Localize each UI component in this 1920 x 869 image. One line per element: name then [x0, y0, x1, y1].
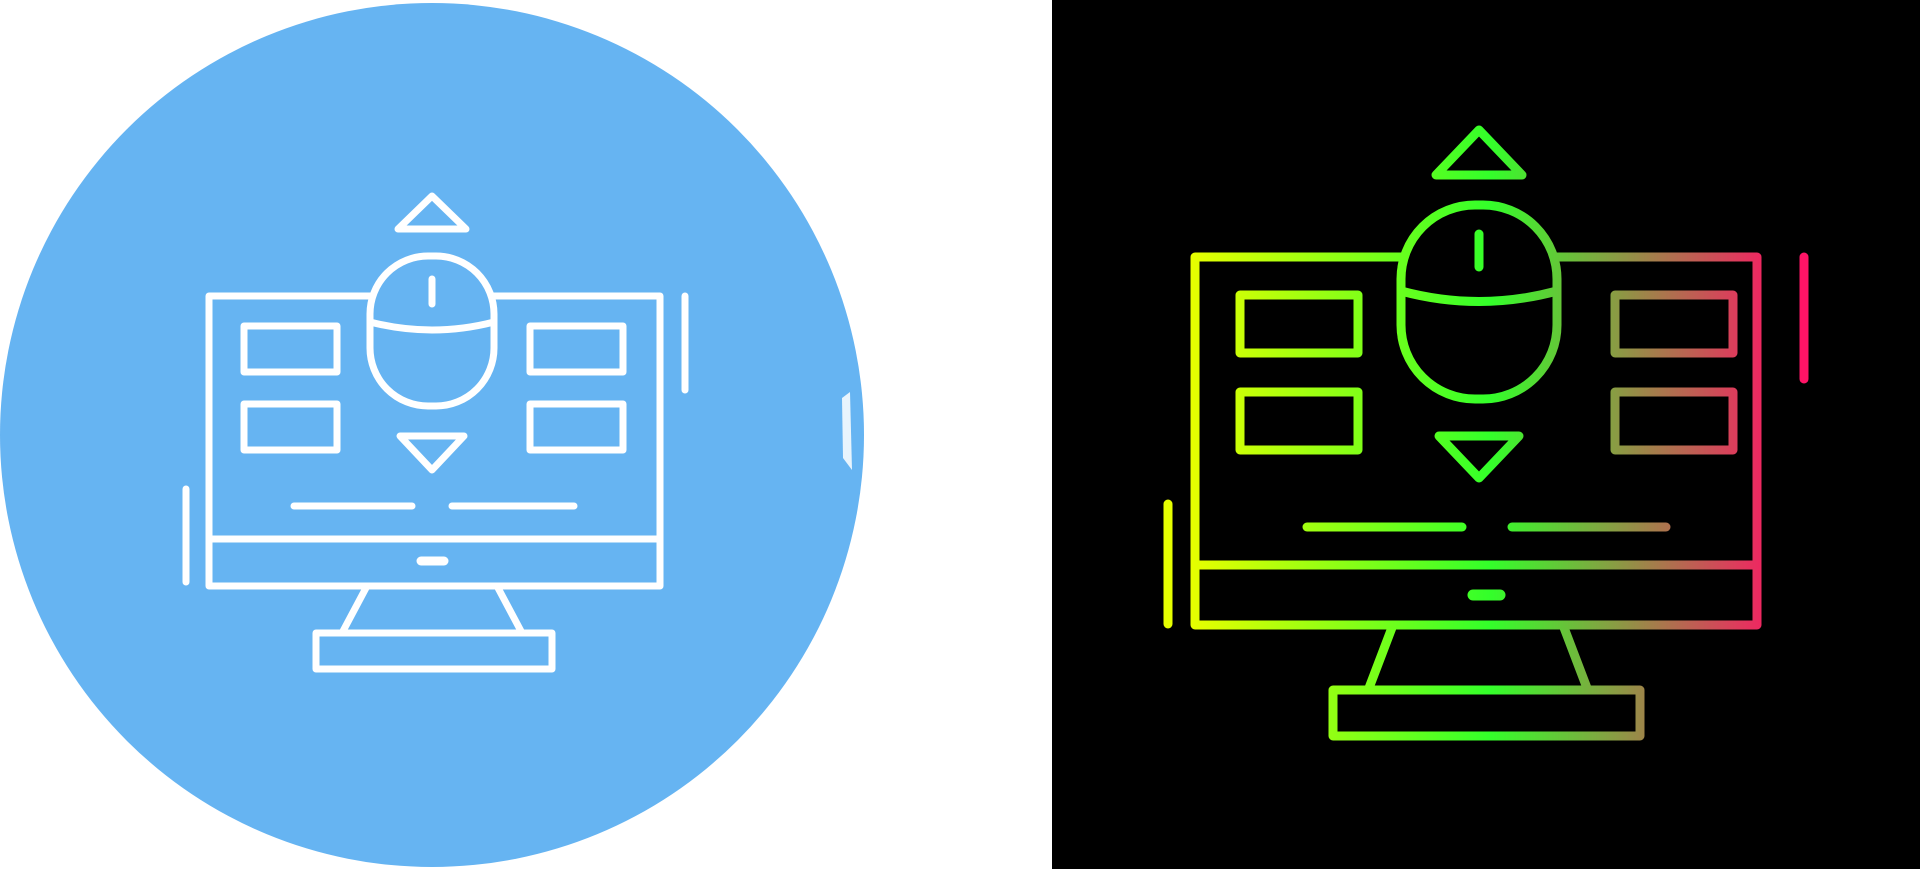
computer-mouse-scroll-icon	[0, 3, 864, 867]
window-block-top-left	[1235, 290, 1363, 358]
icon-variant-gradient-panel	[1052, 0, 1920, 869]
window-block-bottom-left	[1235, 387, 1363, 455]
monitor-stand-left	[1364, 620, 1398, 693]
window-block-top-right	[1610, 290, 1738, 358]
icon-comparison-canvas	[0, 0, 1920, 869]
scroll-down-arrow-icon	[1434, 431, 1524, 483]
icon-variant-circle-panel	[0, 0, 1052, 869]
computer-mouse-scroll-icon	[1163, 125, 1809, 741]
monitor-stand-right	[1558, 620, 1592, 693]
window-block-bottom-right	[1610, 387, 1738, 455]
scroll-up-arrow-icon	[1431, 125, 1527, 180]
monitor-base	[1328, 685, 1645, 741]
